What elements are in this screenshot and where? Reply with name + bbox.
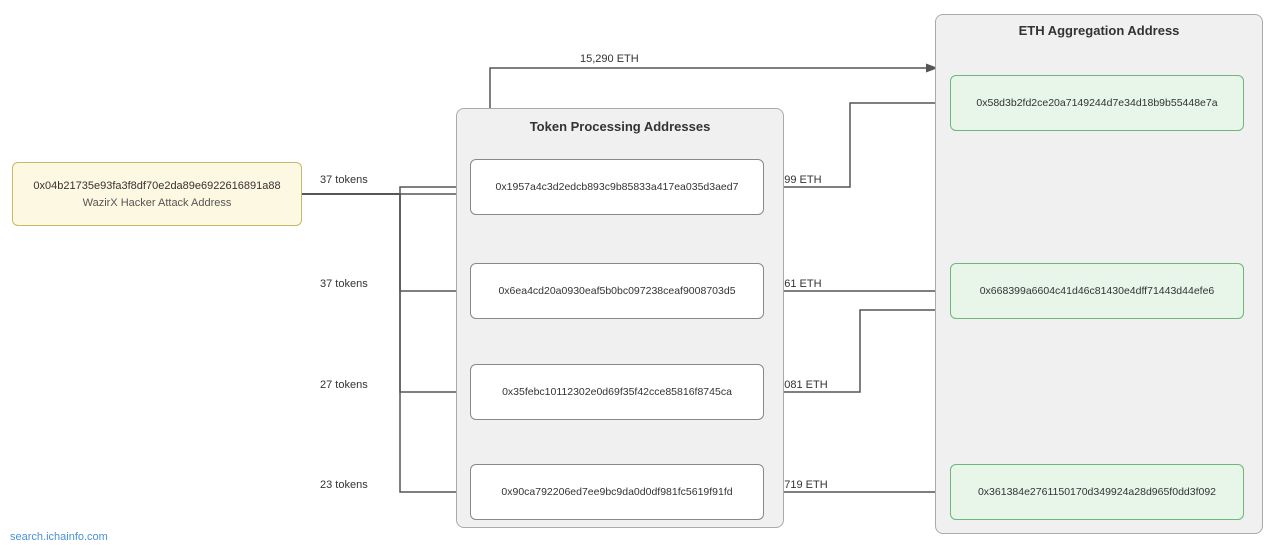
proc-box-4: 0x90ca792206ed7ee9bc9da0d0df981fc5619f91… — [470, 464, 764, 520]
proc-address-1: 0x1957a4c3d2edcb893c9b85833a417ea035d3ae… — [496, 180, 739, 195]
proc-box-3: 0x35febc10112302e0d69f35f42cce85816f8745… — [470, 364, 764, 420]
eth-address-1: 0x58d3b2fd2ce20a7149244d7e34d18b9b55448e… — [976, 96, 1217, 111]
proc-address-3: 0x35febc10112302e0d69f35f42cce85816f8745… — [502, 385, 732, 400]
proc-address-2: 0x6ea4cd20a0930eaf5b0bc097238ceaf9008703… — [498, 284, 735, 299]
eth-address-2: 0x668399a6604c41d46c81430e4dff71443d44ef… — [980, 284, 1215, 299]
svg-text:37 tokens: 37 tokens — [320, 278, 368, 290]
proc-address-4: 0x90ca792206ed7ee9bc9da0d0df981fc5619f91… — [501, 485, 732, 500]
watermark: search.ichainfo.com — [10, 531, 108, 543]
eth-aggregation-title: ETH Aggregation Address — [944, 23, 1254, 38]
svg-text:27 tokens: 27 tokens — [320, 379, 368, 391]
hacker-label: WazirX Hacker Attack Address — [83, 197, 232, 209]
proc-box-2: 0x6ea4cd20a0930eaf5b0bc097238ceaf9008703… — [470, 263, 764, 319]
svg-text:15,290 ETH: 15,290 ETH — [580, 53, 639, 65]
eth-box-3: 0x361384e2761150170d349924a28d965f0dd3f0… — [950, 464, 1244, 520]
diagram-container: 15,290 ETH 37 tokens 37 tokens 27 tokens… — [0, 0, 1280, 553]
hacker-address: 0x04b21735e93fa3f8df70e2da89e6922616891a… — [33, 179, 280, 194]
eth-address-3: 0x361384e2761150170d349924a28d965f0dd3f0… — [978, 485, 1216, 500]
svg-text:23 tokens: 23 tokens — [320, 479, 368, 491]
eth-box-2: 0x668399a6604c41d46c81430e4dff71443d44ef… — [950, 263, 1244, 319]
proc-box-1: 0x1957a4c3d2edcb893c9b85833a417ea035d3ae… — [470, 159, 764, 215]
hacker-address-box: 0x04b21735e93fa3f8df70e2da89e6922616891a… — [12, 162, 302, 226]
svg-text:37 tokens: 37 tokens — [320, 174, 368, 186]
token-processing-title: Token Processing Addresses — [465, 117, 775, 136]
eth-box-1: 0x58d3b2fd2ce20a7149244d7e34d18b9b55448e… — [950, 75, 1244, 131]
